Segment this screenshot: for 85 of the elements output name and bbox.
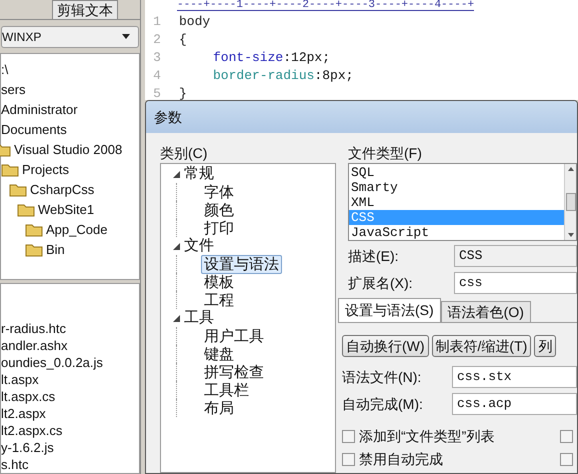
- collapse-triangle-icon[interactable]: [173, 170, 180, 178]
- field-label: 扩展名(X):: [348, 274, 414, 293]
- description-field[interactable]: CSS: [454, 245, 577, 267]
- checkbox[interactable]: [342, 453, 355, 466]
- option-button[interactable]: 制表符/缩进(T): [432, 335, 532, 357]
- dropdown-arrow-icon: [122, 34, 130, 40]
- code-line: font-size:12px;: [213, 49, 330, 68]
- autocomplete-field[interactable]: css.acp: [452, 393, 577, 415]
- folder-name[interactable]: WebSite1: [38, 200, 94, 220]
- category-item[interactable]: 字体: [201, 182, 237, 202]
- file-name[interactable]: y-1.6.2.js: [1, 439, 139, 456]
- clip-text-tab[interactable]: 剪辑文本: [52, 0, 118, 19]
- collapse-triangle-icon[interactable]: [173, 314, 180, 322]
- field-label: 自动完成(M):: [342, 394, 424, 414]
- scroll-up-icon[interactable]: [568, 167, 574, 171]
- folder-name[interactable]: sers: [1, 80, 26, 100]
- category-item[interactable]: 用户工具: [201, 326, 267, 346]
- checkbox-label: 添加到“文件类型”列表: [359, 427, 494, 446]
- scrollbar[interactable]: [564, 164, 576, 240]
- column-ruler: ----+----1----+----2----+----3----+----4----+: [177, 0, 474, 11]
- checkbox[interactable]: [560, 453, 573, 466]
- folder-name[interactable]: Administrator: [1, 100, 78, 120]
- file-type-item[interactable]: XML: [349, 195, 564, 210]
- file-name[interactable]: oundies_0.0.2a.js: [1, 354, 139, 371]
- line-number: 4: [152, 67, 162, 86]
- file-name[interactable]: lt.aspx.cs: [1, 388, 139, 405]
- category-item[interactable]: 颜色: [201, 200, 237, 220]
- category-item[interactable]: 文件: [184, 234, 214, 258]
- tab[interactable]: 设置与语法(S): [338, 298, 441, 322]
- line-number: 5: [152, 85, 162, 100]
- scroll-thumb[interactable]: [566, 193, 576, 211]
- file-type-item[interactable]: SQL: [349, 165, 564, 180]
- code-line: body: [179, 13, 210, 32]
- tab[interactable]: 语法着色(O): [440, 301, 531, 322]
- line-number: 3: [152, 49, 162, 68]
- folder-name[interactable]: :\: [1, 60, 8, 80]
- folder-icon: [25, 242, 43, 257]
- folder-icon: [1, 162, 19, 177]
- code-line: {: [179, 31, 187, 50]
- file-name[interactable]: lt.aspx: [1, 371, 139, 388]
- category-item[interactable]: 工具: [184, 306, 214, 330]
- folder-name[interactable]: Projects: [22, 160, 69, 180]
- file-type-item[interactable]: Smarty: [349, 180, 564, 195]
- category-item[interactable]: 常规: [184, 162, 214, 186]
- field-label: 描述(E):: [348, 246, 400, 266]
- folder-name[interactable]: App_Code: [46, 220, 108, 240]
- file-name[interactable]: r-radius.htc: [1, 320, 139, 337]
- folder-icon: [17, 202, 35, 217]
- option-button[interactable]: 列: [534, 335, 556, 357]
- file-name[interactable]: lt2.aspx: [1, 405, 139, 422]
- folder-name[interactable]: CsharpCss: [30, 180, 94, 200]
- category-item[interactable]: 设置与语法: [201, 254, 282, 274]
- folder-icon: [25, 222, 43, 237]
- collapse-triangle-icon[interactable]: [173, 242, 180, 250]
- file-type-label: 文件类型(F): [348, 144, 423, 163]
- field-label: 语法文件(N):: [342, 368, 422, 387]
- checkbox[interactable]: [560, 430, 573, 443]
- category-item[interactable]: 工具栏: [201, 380, 252, 400]
- category-item[interactable]: 拼写检查: [201, 362, 267, 382]
- category-item[interactable]: 工程: [201, 290, 237, 310]
- checkbox[interactable]: [342, 430, 355, 443]
- category-item[interactable]: 打印: [201, 218, 237, 238]
- folder-name[interactable]: Documents: [1, 120, 67, 140]
- line-number: 2: [152, 31, 162, 50]
- code-line: border-radius:8px;: [213, 67, 354, 86]
- syntax-file-field[interactable]: css.stx: [452, 366, 577, 388]
- dialog-title: 参数: [154, 108, 182, 126]
- folder-icon: [9, 182, 27, 197]
- category-label: 类别(C): [160, 144, 208, 163]
- category-item[interactable]: 布局: [201, 398, 237, 418]
- category-item[interactable]: 模板: [201, 272, 237, 292]
- checkbox-label: 禁用自动完成: [359, 450, 443, 469]
- folder-name[interactable]: Visual Studio 2008: [14, 140, 122, 160]
- file-name[interactable]: andler.ashx: [1, 337, 139, 354]
- folder-name[interactable]: Bin: [46, 240, 65, 260]
- file-name[interactable]: s.htc: [1, 456, 139, 473]
- option-button[interactable]: 自动换行(W): [342, 335, 429, 357]
- scroll-down-icon[interactable]: [568, 233, 574, 237]
- code-line: }: [179, 85, 187, 100]
- file-type-item[interactable]: JavaScript: [349, 225, 564, 240]
- line-number: 1: [152, 13, 162, 32]
- category-item[interactable]: 键盘: [201, 344, 237, 364]
- extension-field[interactable]: css: [454, 272, 577, 294]
- drive-dropdown[interactable]: WINXP: [1, 26, 139, 48]
- file-name[interactable]: lt2.aspx.cs: [1, 422, 139, 439]
